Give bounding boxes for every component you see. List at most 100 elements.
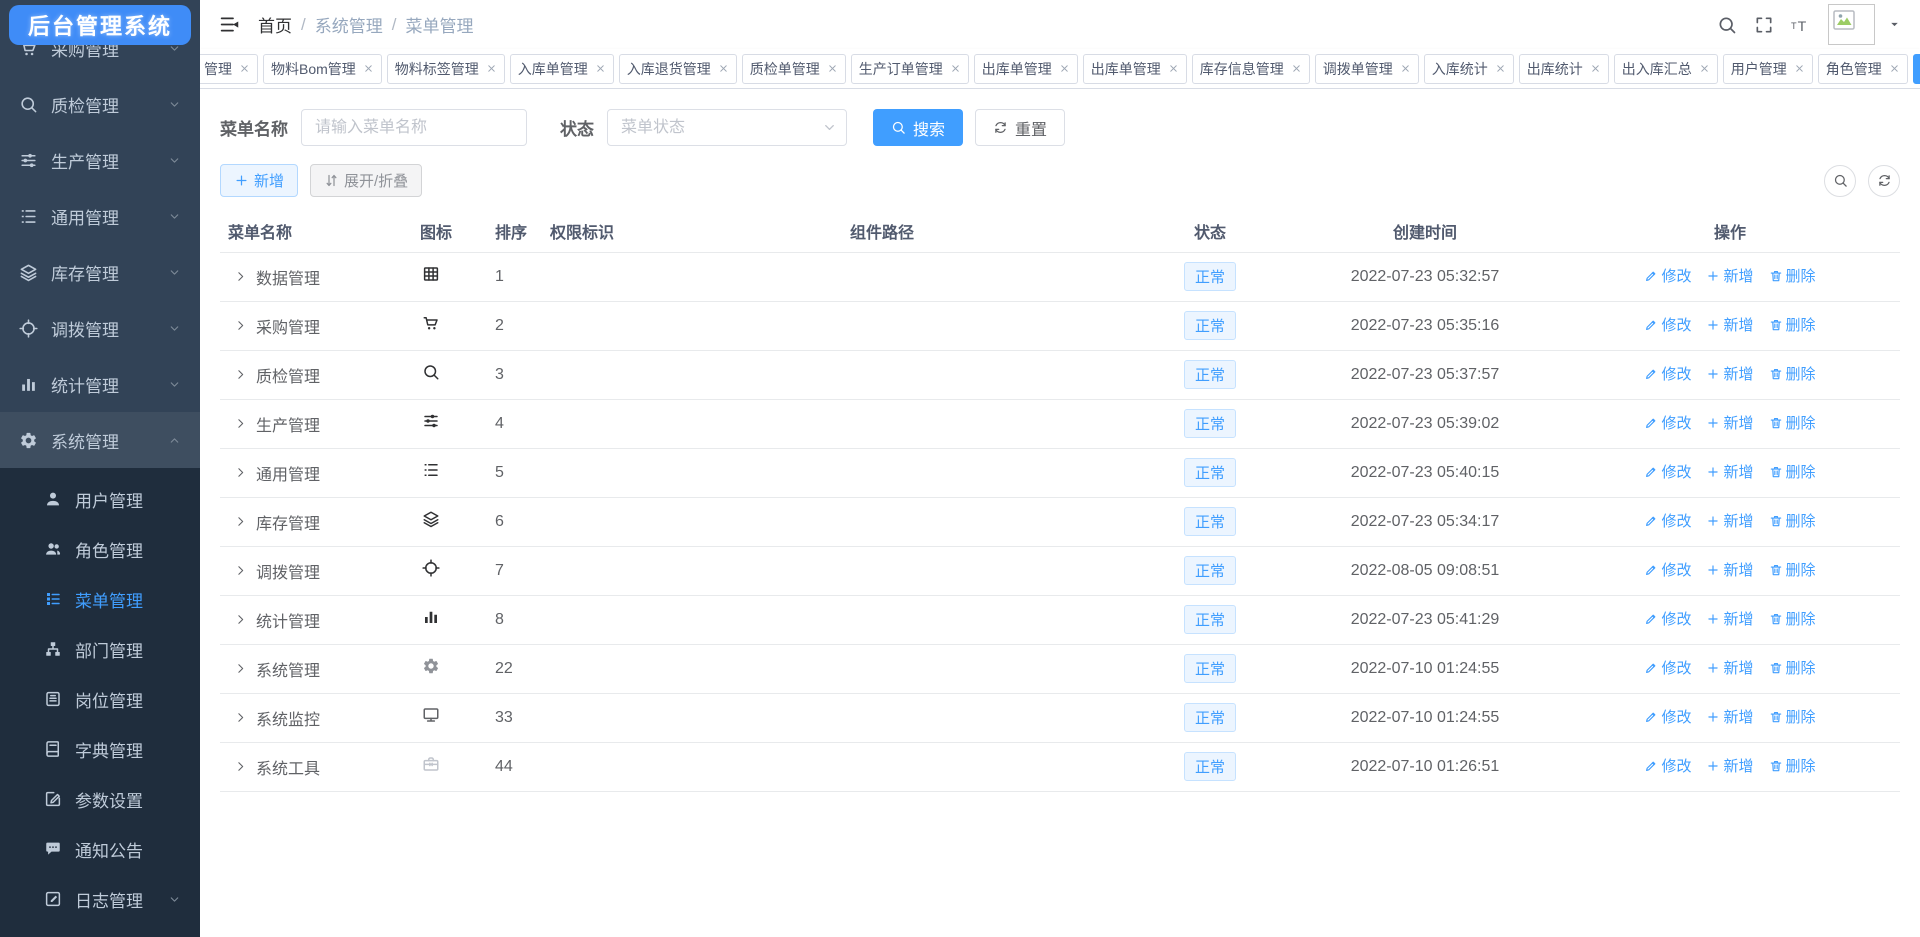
edit-link[interactable]: 修改	[1644, 559, 1691, 580]
add-button[interactable]: 新增	[220, 164, 298, 197]
chevron-right-icon[interactable]	[234, 368, 247, 381]
edit-link[interactable]: 修改	[1644, 314, 1691, 335]
edit-link[interactable]: 修改	[1644, 755, 1691, 776]
close-icon[interactable]	[1291, 63, 1302, 74]
edit-link[interactable]: 修改	[1644, 510, 1691, 531]
tab[interactable]: 管理	[200, 54, 258, 84]
add-link[interactable]: 新增	[1706, 608, 1753, 629]
add-link[interactable]: 新增	[1706, 510, 1753, 531]
search-icon[interactable]	[1717, 15, 1737, 35]
status-select[interactable]	[607, 109, 847, 146]
tab[interactable]: 质检单管理	[742, 54, 846, 84]
chevron-right-icon[interactable]	[234, 711, 247, 724]
delete-link[interactable]: 删除	[1769, 314, 1816, 335]
chevron-right-icon[interactable]	[234, 515, 247, 528]
chevron-right-icon[interactable]	[234, 564, 247, 577]
fullscreen-icon[interactable]	[1754, 15, 1774, 35]
sidebar-item[interactable]: 系统管理	[0, 412, 200, 468]
avatar[interactable]	[1828, 4, 1875, 45]
add-link[interactable]: 新增	[1706, 461, 1753, 482]
edit-link[interactable]: 修改	[1644, 657, 1691, 678]
tab[interactable]: 物料标签管理	[387, 54, 505, 84]
sidebar-subitem[interactable]: 岗位管理	[0, 674, 200, 724]
delete-link[interactable]: 删除	[1769, 657, 1816, 678]
expand-collapse-button[interactable]: 展开/折叠	[310, 164, 422, 197]
close-icon[interactable]	[718, 63, 729, 74]
caret-down-icon[interactable]	[1888, 18, 1901, 31]
sidebar-subitem[interactable]: 部门管理	[0, 624, 200, 674]
edit-link[interactable]: 修改	[1644, 608, 1691, 629]
edit-link[interactable]: 修改	[1644, 412, 1691, 433]
chevron-right-icon[interactable]	[234, 417, 247, 430]
chevron-right-icon[interactable]	[234, 319, 247, 332]
menu-name-input[interactable]	[301, 109, 527, 146]
refresh-table-button[interactable]	[1868, 165, 1900, 197]
tab[interactable]: 入库单管理	[510, 54, 614, 84]
delete-link[interactable]: 删除	[1769, 461, 1816, 482]
chevron-right-icon[interactable]	[234, 662, 247, 675]
add-link[interactable]: 新增	[1706, 412, 1753, 433]
edit-link[interactable]: 修改	[1644, 265, 1691, 286]
tab[interactable]: 生产订单管理	[851, 54, 969, 84]
sidebar-subitem[interactable]: 字典管理	[0, 724, 200, 774]
sidebar-subitem[interactable]: 参数设置	[0, 774, 200, 824]
delete-link[interactable]: 删除	[1769, 755, 1816, 776]
close-icon[interactable]	[1400, 63, 1411, 74]
close-icon[interactable]	[363, 63, 374, 74]
breadcrumb-home[interactable]: 首页	[258, 12, 292, 37]
tab[interactable]: 入库退货管理	[619, 54, 737, 84]
close-icon[interactable]	[950, 63, 961, 74]
reset-button[interactable]: 重置	[975, 109, 1065, 146]
close-icon[interactable]	[486, 63, 497, 74]
delete-link[interactable]: 删除	[1769, 510, 1816, 531]
toggle-search-button[interactable]	[1824, 165, 1856, 197]
sidebar-item[interactable]: 生产管理	[0, 132, 200, 188]
edit-link[interactable]: 修改	[1644, 706, 1691, 727]
sidebar-item[interactable]: 通用管理	[0, 188, 200, 244]
tab[interactable]: 用户管理	[1723, 54, 1813, 84]
sidebar-item[interactable]: 质检管理	[0, 76, 200, 132]
close-icon[interactable]	[1699, 63, 1710, 74]
tab[interactable]: 出入库汇总	[1614, 54, 1718, 84]
sidebar-item[interactable]: 库存管理	[0, 244, 200, 300]
status-select-input[interactable]	[607, 109, 847, 146]
close-icon[interactable]	[1059, 63, 1070, 74]
chevron-right-icon[interactable]	[234, 466, 247, 479]
add-link[interactable]: 新增	[1706, 755, 1753, 776]
close-icon[interactable]	[239, 63, 250, 74]
chevron-right-icon[interactable]	[234, 270, 247, 283]
sidebar-item[interactable]: 统计管理	[0, 356, 200, 412]
delete-link[interactable]: 删除	[1769, 265, 1816, 286]
add-link[interactable]: 新增	[1706, 706, 1753, 727]
add-link[interactable]: 新增	[1706, 265, 1753, 286]
close-icon[interactable]	[1794, 63, 1805, 74]
delete-link[interactable]: 删除	[1769, 559, 1816, 580]
chevron-right-icon[interactable]	[234, 613, 247, 626]
sidebar-collapse-icon[interactable]	[219, 14, 240, 35]
tab[interactable]: 出库单管理	[974, 54, 1078, 84]
tab[interactable]: 调拨单管理	[1315, 54, 1419, 84]
delete-link[interactable]: 删除	[1769, 363, 1816, 384]
sidebar-subitem[interactable]: 菜单管理	[0, 574, 200, 624]
tab[interactable]: 出库单管理	[1083, 54, 1187, 84]
sidebar-subitem[interactable]: 日志管理	[0, 874, 200, 924]
tab[interactable]: 角色管理	[1818, 54, 1908, 84]
add-link[interactable]: 新增	[1706, 314, 1753, 335]
close-icon[interactable]	[1889, 63, 1900, 74]
add-link[interactable]: 新增	[1706, 363, 1753, 384]
delete-link[interactable]: 删除	[1769, 608, 1816, 629]
tab[interactable]: 物料Bom管理	[263, 54, 382, 84]
edit-link[interactable]: 修改	[1644, 461, 1691, 482]
close-icon[interactable]	[1590, 63, 1601, 74]
font-size-icon[interactable]: TT	[1791, 15, 1811, 35]
sidebar-subitem[interactable]: 通知公告	[0, 824, 200, 874]
search-button[interactable]: 搜索	[873, 109, 963, 146]
close-icon[interactable]	[1495, 63, 1506, 74]
tab[interactable]: 菜单管理	[1913, 54, 1920, 84]
add-link[interactable]: 新增	[1706, 559, 1753, 580]
delete-link[interactable]: 删除	[1769, 706, 1816, 727]
close-icon[interactable]	[1168, 63, 1179, 74]
tab[interactable]: 出库统计	[1519, 54, 1609, 84]
tab[interactable]: 入库统计	[1424, 54, 1514, 84]
sidebar-subitem[interactable]: 角色管理	[0, 524, 200, 574]
